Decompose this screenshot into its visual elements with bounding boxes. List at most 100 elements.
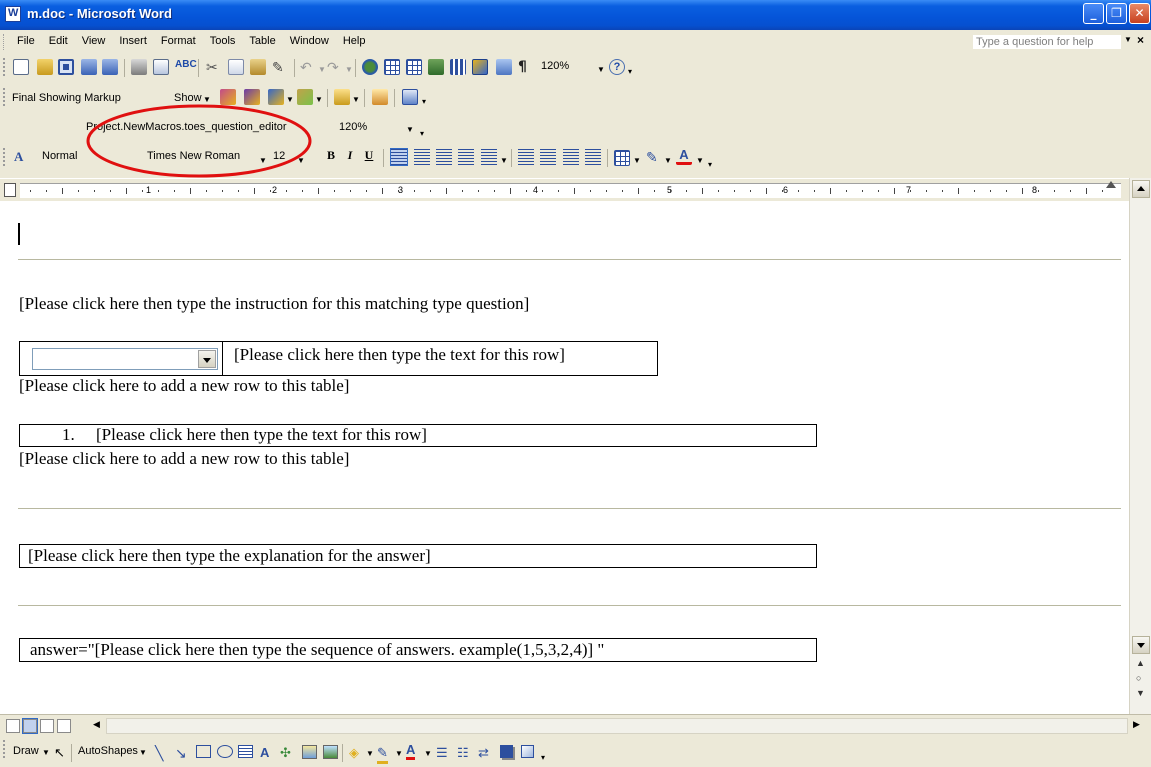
right-indent-marker[interactable] [1106,181,1116,188]
hyperlink-icon[interactable] [362,59,378,75]
tables-borders-icon[interactable] [384,59,400,75]
permission-icon[interactable] [81,59,97,75]
font-color-dropdown-icon[interactable]: ▼ [696,156,704,165]
underline-button[interactable]: U [360,148,378,166]
highlight-icon[interactable]: ✎ [646,149,662,165]
help-dropdown-icon[interactable]: ▼ [1124,35,1132,44]
menu-edit[interactable]: Edit [42,35,75,47]
draw-font-color-dropdown-icon[interactable]: ▼ [424,749,432,758]
comment-dropdown-icon[interactable]: ▼ [352,95,360,104]
maximize-button[interactable]: ❐ [1106,3,1127,24]
arrow-icon[interactable]: ↘ [175,745,187,762]
menu-file[interactable]: File [10,35,42,47]
show-dropdown-icon[interactable]: ▼ [203,95,211,104]
word-app-icon[interactable] [5,6,21,22]
list-row-text-field[interactable]: [Please click here then type the text fo… [96,425,427,445]
help-question-input[interactable]: Type a question for help [972,34,1122,50]
horizontal-ruler[interactable]: 1 2 3 4 5 6 7 8 [0,178,1151,201]
show-markup-button[interactable]: Show [174,92,202,104]
line-color-icon[interactable]: ✎ [377,745,388,764]
copy-icon[interactable] [228,59,244,75]
insert-table-icon[interactable] [406,59,422,75]
oval-icon[interactable] [217,745,233,758]
tab-selector-icon[interactable] [4,183,16,197]
undo-dropdown-icon[interactable]: ▼ [318,65,326,74]
autoshapes-menu-button[interactable]: AutoShapes [78,745,138,757]
numbering-icon[interactable] [518,149,534,165]
toolbar-grip[interactable] [3,740,6,758]
toolbar-options-icon[interactable]: ▾ [422,97,426,106]
accept-change-icon[interactable] [268,89,284,105]
toolbar-grip[interactable] [3,88,6,106]
scroll-down-button[interactable] [1132,636,1150,654]
bold-button[interactable]: B [322,148,340,166]
increase-indent-icon[interactable] [585,149,601,165]
zoom-dropdown-icon[interactable]: ▼ [597,65,605,74]
instruction-field[interactable]: [Please click here then type the instruc… [19,294,529,314]
font-color-icon[interactable]: A [676,147,692,165]
dropdown-arrow-icon[interactable] [198,350,216,368]
next-change-icon[interactable] [244,89,260,105]
line-icon[interactable]: ╲ [155,745,163,762]
rectangle-icon[interactable] [196,745,211,758]
dash-style-icon[interactable]: ☷ [457,745,469,761]
3d-style-icon[interactable] [521,745,534,758]
add-row-link-1[interactable]: [Please click here to add a new row to t… [19,376,349,396]
align-center-icon[interactable] [414,149,430,165]
spelling-icon[interactable]: ABC [175,59,197,75]
select-browse-object-icon[interactable]: ○ [1136,673,1141,683]
redo-dropdown-icon[interactable]: ▼ [345,65,353,74]
align-right-icon[interactable] [436,149,452,165]
draw-font-color-icon[interactable]: A [406,742,416,760]
clip-art-icon[interactable] [302,745,317,759]
print-preview-icon[interactable] [153,59,169,75]
bullets-icon[interactable] [540,149,556,165]
fill-color-icon[interactable]: ◈ [349,745,359,761]
answer-field[interactable]: answer="[Please click here then type the… [30,640,604,660]
new-document-icon[interactable] [13,59,29,75]
font-dropdown-icon[interactable]: ▼ [259,156,267,165]
autoshapes-dropdown-icon[interactable]: ▼ [139,748,147,757]
close-button[interactable]: ✕ [1129,3,1150,24]
diagram-icon[interactable]: ✣ [280,745,291,761]
reviewing-pane-icon[interactable] [402,89,418,105]
font-select[interactable]: Times New Roman [147,148,247,167]
line-spacing-dropdown-icon[interactable]: ▼ [500,156,508,165]
font-size-select[interactable]: 12 [273,148,293,167]
paste-icon[interactable] [250,59,266,75]
macro-dropdown-icon[interactable]: ▼ [406,125,414,134]
open-icon[interactable] [37,59,53,75]
document-map-icon[interactable] [496,59,512,75]
styles-formatting-icon[interactable]: A [14,149,30,165]
zoom-select[interactable]: 120% [538,59,594,77]
format-painter-icon[interactable]: ✎ [272,59,288,75]
toolbar-options-icon[interactable]: ▾ [628,67,632,76]
text-box-icon[interactable] [238,745,253,758]
minimize-button[interactable]: _ [1083,3,1104,24]
undo-icon[interactable]: ↶ [300,59,316,75]
picture-icon[interactable] [323,745,338,759]
menu-insert[interactable]: Insert [112,35,154,47]
decrease-indent-icon[interactable] [563,149,579,165]
next-page-icon[interactable]: ▼ [1136,688,1145,698]
insert-excel-icon[interactable] [428,59,444,75]
italic-button[interactable]: I [341,148,359,166]
line-spacing-icon[interactable] [481,149,497,165]
show-hide-icon[interactable]: ¶ [518,59,534,75]
document-area[interactable]: [Please click here then type the instruc… [0,201,1129,714]
reject-change-icon[interactable] [297,89,313,105]
macro-select[interactable]: Project.NewMacros.toes_question_editor [86,118,287,138]
toolbar-options-icon[interactable]: ▾ [541,753,545,762]
close-document-button[interactable]: × [1137,33,1144,47]
shadow-style-icon[interactable] [500,745,513,758]
row-text-field[interactable]: [Please click here then type the text fo… [234,345,565,365]
menu-tools[interactable]: Tools [203,35,243,47]
normal-view-icon[interactable] [6,719,20,733]
style-select[interactable]: Normal [42,148,132,167]
track-changes-icon[interactable] [372,89,388,105]
email-icon[interactable] [102,59,118,75]
accept-dropdown-icon[interactable]: ▼ [286,95,294,104]
toolbar-grip[interactable] [3,148,6,166]
save-icon[interactable] [58,59,74,75]
toolbar-grip[interactable] [3,58,6,76]
